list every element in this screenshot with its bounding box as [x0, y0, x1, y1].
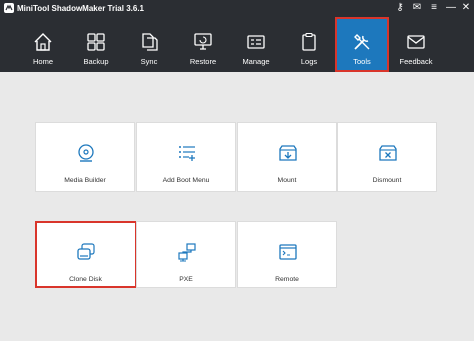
- tool-media-builder[interactable]: Media Builder: [35, 122, 135, 192]
- nav-backup-label: Backup: [83, 57, 109, 66]
- nav-logs[interactable]: Logs: [282, 18, 336, 72]
- tools-panel: [0, 72, 474, 341]
- tool-label: Add Boot Menu: [162, 177, 210, 184]
- tool-remote[interactable]: Remote: [237, 221, 337, 288]
- tools-highlight-frame: [335, 17, 389, 72]
- remote-icon: [279, 244, 297, 260]
- feedback-icon: [407, 35, 425, 49]
- close-icon[interactable]: ✕: [459, 1, 473, 15]
- tool-label: Mount: [277, 177, 297, 184]
- nav-home[interactable]: Home: [16, 18, 70, 72]
- tool-pxe[interactable]: PXE: [136, 221, 236, 288]
- nav-feedback[interactable]: Feedback: [389, 18, 443, 72]
- tool-label: Remote: [275, 276, 299, 283]
- nav-manage[interactable]: Manage: [229, 18, 283, 72]
- add-boot-menu-icon: [179, 146, 195, 161]
- dismount-icon: [379, 145, 397, 161]
- nav-logs-label: Logs: [300, 57, 318, 66]
- tool-add-boot-menu[interactable]: Add Boot Menu: [136, 122, 236, 192]
- nav-sync[interactable]: Sync: [122, 18, 176, 72]
- tool-label: Media Builder: [64, 177, 106, 184]
- tool-dismount[interactable]: Dismount: [337, 122, 437, 192]
- tool-label: Dismount: [372, 177, 402, 184]
- nav-manage-label: Manage: [242, 57, 270, 66]
- nav-feedback-label: Feedback: [399, 57, 433, 66]
- home-icon: [34, 33, 52, 51]
- main-toolbar: Home Backup Sync Restore Manage Logs Too…: [0, 18, 474, 72]
- mail-icon[interactable]: ✉: [410, 1, 424, 15]
- key-icon[interactable]: ⚷: [393, 1, 407, 15]
- tool-mount[interactable]: Mount: [237, 122, 337, 192]
- logs-icon: [302, 32, 316, 51]
- app-logo-icon: [4, 3, 14, 13]
- media-builder-icon: [78, 144, 94, 162]
- menu-icon[interactable]: ≡: [427, 1, 441, 15]
- title-bar: MiniTool ShadowMaker Trial 3.6.1 ⚷ ✉ ≡ —…: [0, 0, 474, 18]
- clone-disk-highlight-frame: [35, 221, 137, 288]
- nav-sync-label: Sync: [140, 57, 158, 66]
- nav-backup[interactable]: Backup: [69, 18, 123, 72]
- window-title: MiniTool ShadowMaker Trial 3.6.1: [17, 4, 144, 13]
- sync-icon: [142, 33, 158, 51]
- mount-icon: [279, 145, 297, 161]
- restore-icon: [194, 33, 212, 50]
- nav-restore-label: Restore: [189, 57, 217, 66]
- backup-icon: [87, 33, 105, 51]
- pxe-icon: [178, 243, 196, 262]
- nav-home-label: Home: [32, 57, 53, 66]
- minimize-icon[interactable]: —: [444, 1, 458, 15]
- manage-icon: [247, 35, 265, 49]
- tool-label: PXE: [179, 276, 193, 283]
- nav-restore[interactable]: Restore: [176, 18, 230, 72]
